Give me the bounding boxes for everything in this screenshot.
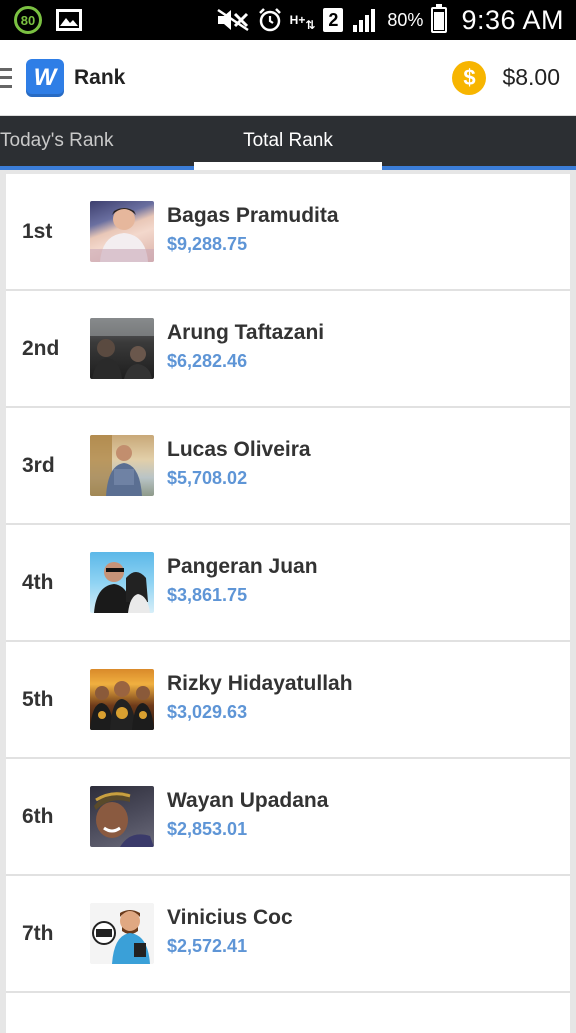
rank-position: 6th — [22, 804, 54, 828]
list-item[interactable]: 6th Wayan Upadana $2,853.01 — [6, 759, 570, 876]
list-item[interactable]: 7th Vinicius Coc $2,572.41 — [6, 876, 570, 993]
clock: 9:36 AM — [461, 4, 564, 35]
battery-saver-badge: 80 — [14, 6, 42, 34]
user-name: Arung Taftazani — [167, 321, 325, 344]
user-amount: $6,282.46 — [167, 351, 248, 371]
rank-position: 3rd — [22, 453, 55, 477]
menu-icon[interactable] — [0, 67, 12, 88]
list-item[interactable]: 5th Rizky Hidayatullah $3,029.63 — [6, 642, 570, 759]
balance-amount: $8.00 — [502, 64, 560, 90]
alarm-icon — [258, 8, 282, 32]
avatar — [90, 903, 154, 964]
battery-icon — [431, 4, 448, 33]
list-item-partial[interactable] — [6, 993, 570, 1033]
network-type-icon: H+ ⇅ — [289, 13, 316, 32]
page-title: Rank — [74, 65, 126, 89]
ranking-list: 1st Bagas Pramudita $9,288.75 2nd Arung … — [6, 174, 570, 1033]
app-logo[interactable]: W — [26, 58, 64, 97]
list-item[interactable]: 4th Pangeran Juan $3,861.75 — [6, 525, 570, 642]
user-name: Pangeran Juan — [167, 555, 318, 578]
avatar — [90, 318, 154, 379]
rank-position: 2nd — [22, 336, 60, 360]
list-item[interactable]: 1st Bagas Pramudita $9,288.75 — [6, 174, 570, 291]
avatar — [90, 786, 154, 847]
list-item[interactable]: 3rd Lucas Oliveira $5,708.02 — [6, 408, 570, 525]
rank-position: 4th — [22, 570, 54, 594]
tab-todays-rank[interactable]: Today's Rank — [0, 116, 194, 166]
user-name: Wayan Upadana — [167, 789, 329, 812]
tab-total-rank[interactable]: Total Rank — [194, 116, 382, 170]
signal-icon — [351, 7, 379, 33]
avatar — [90, 435, 154, 496]
user-amount: $2,572.41 — [167, 936, 248, 956]
user-name: Lucas Oliveira — [167, 438, 311, 461]
user-name: Bagas Pramudita — [167, 204, 339, 227]
user-name: Vinicius Coc — [167, 906, 293, 929]
avatar — [90, 669, 154, 730]
user-amount: $9,288.75 — [167, 234, 248, 254]
sim-icon: 2 — [323, 8, 344, 32]
app-bar: W Rank $ $8.00 — [0, 40, 576, 116]
user-amount: $3,029.63 — [167, 702, 248, 722]
user-name: Rizky Hidayatullah — [167, 672, 353, 695]
list-item[interactable]: 2nd Arung Taftazani $6,282.46 — [6, 291, 570, 408]
user-amount: $3,861.75 — [167, 585, 248, 605]
user-amount: $2,853.01 — [167, 819, 248, 839]
avatar — [90, 552, 154, 613]
user-amount: $5,708.02 — [167, 468, 248, 488]
rank-position: 5th — [22, 687, 54, 711]
tab-spacer — [382, 116, 576, 166]
mute-icon — [216, 8, 250, 32]
battery-percent: 80% — [387, 9, 424, 30]
gallery-icon — [56, 9, 82, 31]
rank-position: 1st — [22, 219, 53, 243]
coin-icon: $ — [452, 60, 487, 95]
tab-bar: Today's Rank Total Rank — [0, 116, 576, 170]
wallet[interactable]: $ $8.00 — [452, 60, 560, 95]
status-bar: 80 H+ ⇅ 2 80% 9:36 AM — [0, 0, 576, 40]
rank-position: 7th — [22, 921, 54, 945]
avatar — [90, 201, 154, 262]
